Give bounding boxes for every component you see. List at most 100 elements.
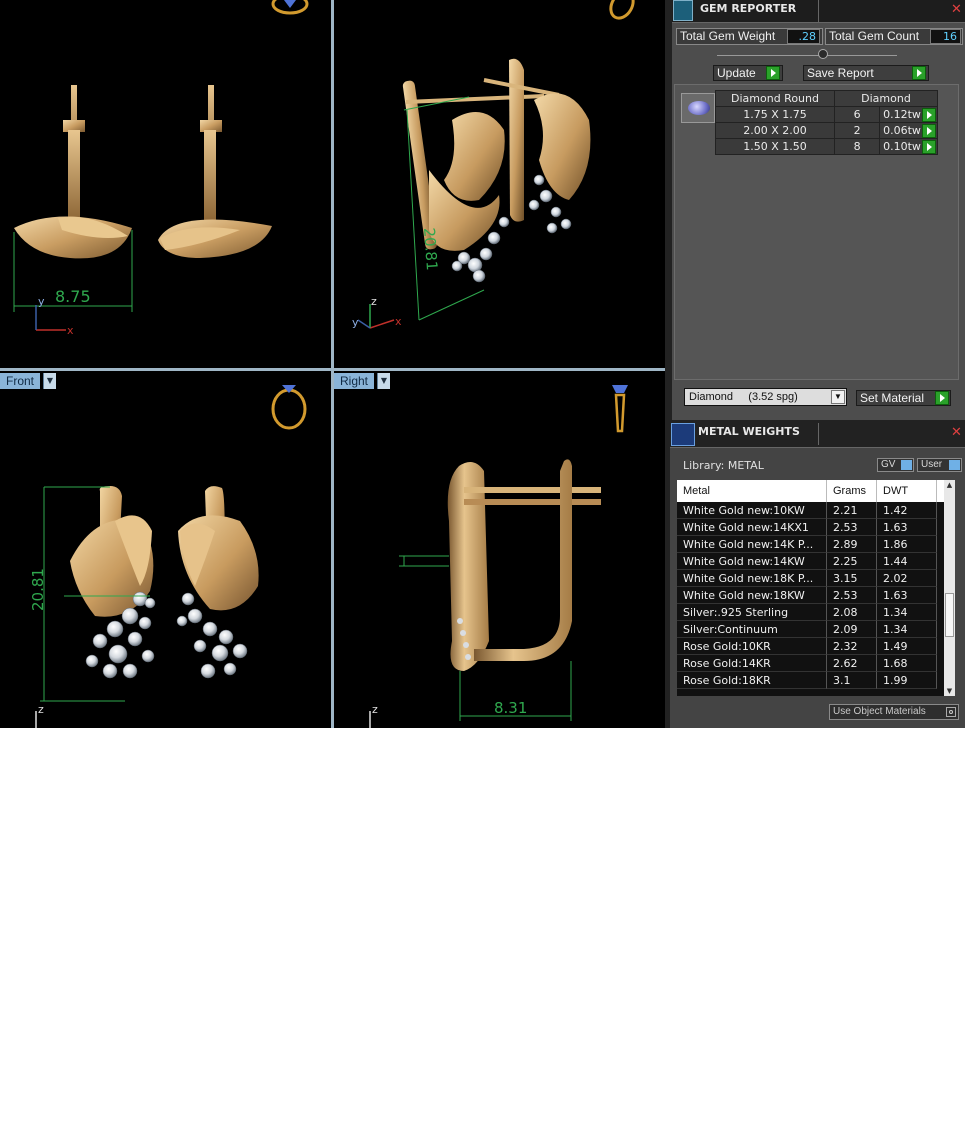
gem-row[interactable]: 1.50 X 1.50 8 0.10tw	[715, 138, 938, 155]
chevron-down-icon[interactable]: ▼	[377, 373, 390, 389]
table-row[interactable]: White Gold new:10KW 2.21 1.42	[677, 502, 939, 519]
metal-grams: 3.15	[827, 570, 877, 587]
play-arrow-icon[interactable]	[922, 124, 936, 138]
close-icon[interactable]: ✕	[950, 3, 963, 16]
metal-name: Rose Gold:10KR	[677, 638, 827, 655]
metal-grams: 2.21	[827, 502, 877, 519]
gem-row[interactable]: 1.75 X 1.75 6 0.12tw	[715, 106, 938, 123]
table-row[interactable]: Rose Gold:10KR 2.32 1.49	[677, 638, 939, 655]
viewport-label-front[interactable]: Front	[0, 373, 41, 389]
use-object-materials-checkbox[interactable]: Use Object Materials	[829, 704, 959, 720]
metal-table-header: Metal Grams DWT	[677, 480, 949, 502]
metal-dwt: 1.44	[877, 553, 937, 570]
material-select[interactable]: Diamond (3.52 spg) ▼	[684, 388, 847, 406]
metal-grams: 2.32	[827, 638, 877, 655]
checkbox-label: Use Object Materials	[833, 706, 926, 717]
viewport-label-text: Right	[340, 374, 369, 388]
axis-gizmo: x z y	[352, 295, 402, 329]
table-row[interactable]: White Gold new:14KX1 2.53 1.63	[677, 519, 939, 536]
play-arrow-icon[interactable]	[912, 66, 926, 80]
side-panel: GEM REPORTER ✕ Total Gem Weight .28 Tota…	[665, 0, 965, 728]
metal-dwt: 1.34	[877, 604, 937, 621]
diamond-icon	[688, 101, 710, 115]
earring-side	[447, 459, 601, 671]
scroll-down-icon[interactable]: ▼	[944, 686, 955, 696]
total-gem-weight-value: .28	[787, 29, 820, 44]
header-metal[interactable]: Metal	[677, 480, 827, 502]
slider-track	[717, 55, 897, 56]
viewport-perspective[interactable]: 20.81 x z y	[334, 0, 665, 368]
dimension-height: 20.81	[420, 227, 441, 271]
metal-weights-titlebar[interactable]: METAL WEIGHTS ✕	[670, 423, 965, 448]
button-label: Set Material	[860, 391, 925, 405]
slider-handle[interactable]	[818, 49, 828, 59]
gem-report-icon	[673, 0, 693, 21]
table-row[interactable]: White Gold new:18K P... 3.15 2.02	[677, 570, 939, 587]
table-row[interactable]: White Gold new:14KW 2.25 1.44	[677, 553, 939, 570]
play-arrow-icon[interactable]	[922, 140, 936, 154]
ring-side-view-icon[interactable]	[612, 385, 628, 433]
close-icon[interactable]: ✕	[950, 426, 963, 439]
metal-dwt: 1.63	[877, 587, 937, 604]
viewport-label-text: Front	[6, 374, 35, 388]
axis-z-label: z	[372, 703, 378, 716]
diamond-round-thumbnail[interactable]	[681, 93, 715, 123]
gem-size: 2.00 X 2.00	[715, 122, 835, 139]
earring-top-left	[14, 85, 132, 259]
earring-front-left	[70, 486, 156, 679]
metal-name: Rose Gold:14KR	[677, 655, 827, 672]
axis-gizmo: z	[35, 703, 44, 728]
metal-name: White Gold new:10KW	[677, 502, 827, 519]
gem-reporter-panel: GEM REPORTER ✕ Total Gem Weight .28 Tota…	[672, 0, 965, 420]
metal-table: Metal Grams DWT White Gold new:10KW 2.21 1…	[677, 480, 949, 696]
metal-dwt: 1.63	[877, 519, 937, 536]
viewport-label-right[interactable]: Right	[334, 373, 375, 389]
select-value: Diamond (3.52 spg)	[689, 391, 798, 403]
gem-count: 6	[833, 106, 881, 123]
table-row[interactable]: White Gold new:18KW 2.53 1.63	[677, 587, 939, 604]
table-row[interactable]: Rose Gold:18KR 3.1 1.99	[677, 672, 939, 689]
metal-weights-icon	[671, 423, 695, 446]
ring-view-icon[interactable]	[271, 385, 307, 430]
play-arrow-icon[interactable]	[922, 108, 936, 122]
viewport-divider-horizontal[interactable]	[0, 368, 665, 371]
viewport-divider-vertical[interactable]	[331, 0, 334, 728]
metal-table-scrollbar[interactable]: ▲ ▼	[944, 480, 955, 696]
header-grams[interactable]: Grams	[827, 480, 877, 502]
chevron-down-icon[interactable]: ▼	[43, 373, 56, 389]
header-shape: Diamond Round	[715, 90, 835, 107]
gem-reporter-titlebar[interactable]: GEM REPORTER ✕	[672, 0, 965, 23]
gem-table-header: Diamond Round Diamond	[715, 90, 938, 107]
ring-view-icon[interactable]	[271, 0, 309, 15]
header-dwt[interactable]: DWT	[877, 480, 937, 502]
panel-title: GEM REPORTER	[700, 2, 797, 15]
table-row[interactable]: Silver:Continuum 2.09 1.34	[677, 621, 939, 638]
viewport-right[interactable]: 8.31 z Right ▼	[334, 371, 665, 728]
value-text: .28	[798, 30, 817, 43]
table-row[interactable]: White Gold new:14K P... 2.89 1.86	[677, 536, 939, 553]
play-arrow-icon[interactable]	[766, 66, 780, 80]
metal-dwt: 1.68	[877, 655, 937, 672]
table-row[interactable]: Silver:.925 Sterling 2.08 1.34	[677, 604, 939, 621]
metal-grams: 2.08	[827, 604, 877, 621]
play-arrow-icon[interactable]	[935, 391, 949, 405]
gv-toggle[interactable]: GV	[877, 458, 914, 472]
viewport-top[interactable]: 8.75 x y	[0, 0, 331, 368]
metal-name: Rose Gold:18KR	[677, 672, 827, 689]
viewport-front[interactable]: 20.81 z Front ▼	[0, 371, 331, 728]
scrollbar-thumb[interactable]	[945, 593, 954, 637]
gem-row[interactable]: 2.00 X 2.00 2 0.06tw	[715, 122, 938, 139]
metal-dwt: 1.99	[877, 672, 937, 689]
dimension-width: 8.75	[55, 287, 91, 306]
checkbox-icon[interactable]	[946, 707, 956, 717]
user-toggle[interactable]: User	[917, 458, 962, 472]
save-report-button[interactable]: Save Report	[803, 65, 929, 81]
earring-top-right	[158, 85, 272, 258]
library-label: Library: METAL	[683, 459, 764, 472]
ring-view-icon[interactable]	[606, 0, 637, 22]
table-row[interactable]: Rose Gold:14KR 2.62 1.68	[677, 655, 939, 672]
metal-name: White Gold new:14KX1	[677, 519, 827, 536]
metal-grams: 2.89	[827, 536, 877, 553]
scroll-up-icon[interactable]: ▲	[944, 480, 955, 490]
chevron-down-icon[interactable]: ▼	[831, 390, 845, 404]
